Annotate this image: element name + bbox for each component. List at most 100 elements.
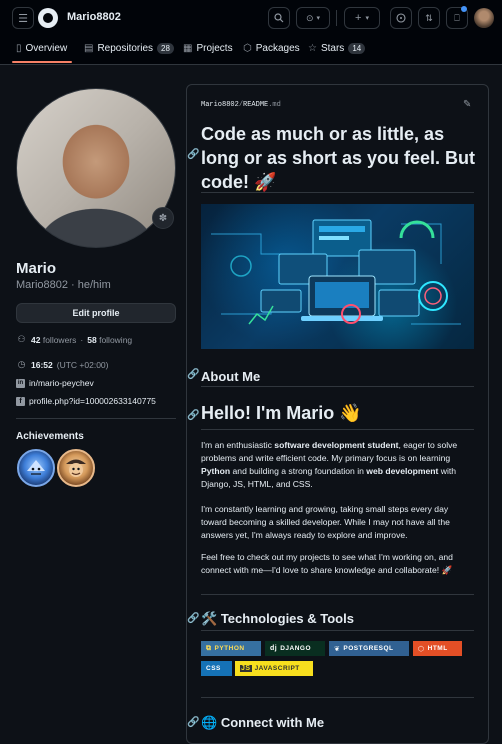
tech-heading: 🛠️ Technologies & Tools (201, 611, 354, 627)
achievement-badge-yolo[interactable] (57, 449, 95, 487)
tab-packages[interactable]: ⬡ Packages (243, 43, 300, 54)
shark-icon (27, 460, 45, 475)
badge-javascript-label: JAVASCRIPT (254, 665, 300, 672)
badge-postgresql: ❦ POSTGRESQL (329, 641, 409, 656)
globe-emoji: 🌐 (201, 715, 218, 730)
tech-heading-text: Technologies & Tools (220, 611, 354, 626)
copilot-button[interactable]: ⊙ ▾ (296, 7, 330, 29)
badge-python-label: PYTHON (214, 645, 245, 652)
followers-label: followers (42, 334, 77, 345)
tab-stars[interactable]: ☆ Stars 14 (308, 43, 366, 54)
star-icon: ☆ (308, 43, 317, 54)
link-anchor-icon[interactable]: 🔗 (187, 717, 199, 728)
login-separator: · (67, 279, 78, 291)
issues-button[interactable] (390, 7, 412, 29)
active-tab-indicator (12, 61, 72, 63)
p1-bold-role: software development student (274, 440, 399, 450)
section-rule (201, 697, 474, 698)
smiley-icon: ✽ (158, 212, 168, 224)
learning-paragraph: I'm constantly learning and growing, tak… (201, 504, 450, 540)
edit-profile-button[interactable]: Edit profile (16, 303, 176, 323)
copilot-icon: ⊙ (305, 12, 314, 23)
pull-requests-button[interactable]: ⇅ (418, 7, 440, 29)
stars-counter: 14 (348, 43, 366, 54)
link-anchor-icon[interactable]: 🔗 (187, 369, 199, 380)
connect-heading: 🌐 Connect with Me (201, 715, 324, 731)
edit-readme-pencil-icon[interactable]: ✎ (463, 99, 471, 110)
achievement-badge-pull-shark[interactable] (17, 449, 55, 487)
tab-repositories[interactable]: ▤ Repositories 28 (84, 43, 174, 54)
inbox-icon: ⎕ (454, 12, 460, 23)
heading-rule (201, 192, 474, 193)
package-icon: ⬡ (243, 43, 252, 54)
badge-html-label: HTML (427, 645, 448, 652)
intro-paragraph: I'm an enthusiastic software development… (201, 439, 471, 491)
hello-heading: Hello! I'm Mario 👋 (201, 403, 362, 424)
connect-heading-text: Connect with Me (220, 715, 325, 730)
p1-bold-webdev: web development (366, 466, 439, 476)
readme-file-link[interactable]: README (243, 101, 268, 109)
link-anchor-icon[interactable]: 🔗 (187, 149, 199, 160)
search-button[interactable] (268, 7, 290, 29)
tab-overview[interactable]: ▯ Overview (16, 43, 67, 54)
readme-path: Mario8802/README.md (201, 101, 281, 109)
git-pull-request-icon: ⇅ (425, 12, 433, 23)
tab-repositories-label: Repositories (97, 43, 154, 54)
pirate-icon (66, 459, 86, 477)
readme-title-text: Code as much or as little, as long or as… (201, 124, 476, 192)
context-owner-link[interactable]: Mario8802 (67, 11, 121, 23)
readme-title: Code as much or as little, as long or as… (201, 122, 476, 194)
badge-python: ⧉ PYTHON (201, 641, 261, 656)
chevron-down-icon: ▾ (316, 15, 321, 22)
local-time: ◷ 16:52 (UTC +02:00) (16, 359, 109, 370)
linkedin-link[interactable]: in/mario-peychev (29, 378, 94, 388)
tab-projects[interactable]: ▦ Projects (183, 43, 233, 54)
chevron-down-icon: ▾ (365, 15, 369, 22)
waving-hand-emoji: 👋 (339, 403, 362, 423)
python-icon: ⧉ (206, 644, 212, 652)
following-label: following (99, 334, 133, 345)
link-anchor-icon[interactable]: 🔗 (187, 613, 199, 624)
linkedin-link-row: in in/mario-peychev (16, 378, 94, 388)
profile-avatar[interactable] (16, 88, 176, 248)
following-count: 58 (87, 334, 97, 345)
profile-login-line: Mario8802 · he/him (16, 279, 111, 291)
followers-link[interactable]: 42 followers (31, 335, 76, 345)
profile-tab-nav: ▯ Overview ▤ Repositories 28 ▦ Projects … (0, 36, 502, 65)
menu-button[interactable]: ☰ (12, 7, 34, 29)
table-icon: ▦ (183, 43, 193, 54)
tab-projects-label: Projects (196, 43, 233, 54)
time-value: 16:52 (31, 359, 53, 370)
p1-text-a: I'm an enthusiastic (201, 440, 275, 450)
postgresql-icon: ❦ (334, 645, 341, 653)
follow-separator: · (80, 334, 84, 345)
user-avatar-button[interactable] (474, 8, 494, 28)
heading-rule (201, 429, 474, 430)
hello-heading-text: Hello! I'm Mario (201, 403, 335, 423)
facebook-link[interactable]: profile.php?id=100002633140775 (29, 396, 156, 406)
search-icon (274, 13, 284, 23)
p1-text-e: and building a strong foundation in (230, 466, 367, 476)
hammer-wrench-emoji: 🛠️ (201, 611, 218, 626)
tab-packages-label: Packages (255, 43, 300, 54)
heading-rule (201, 386, 474, 387)
badge-django-label: DJANGO (280, 645, 312, 652)
achievements-heading[interactable]: Achievements (16, 431, 84, 442)
notification-indicator (461, 6, 467, 12)
readme-owner-link[interactable]: Mario8802 (201, 101, 239, 109)
javascript-icon: JS (240, 665, 252, 672)
repositories-counter: 28 (157, 43, 174, 54)
profile-readme-card: Mario8802/README.md ✎ 🔗 Code as much or … (186, 84, 489, 744)
following-link[interactable]: 58 following (87, 335, 132, 345)
badge-django: dj DJANGO (265, 641, 325, 656)
link-anchor-icon[interactable]: 🔗 (187, 410, 199, 421)
github-logo-icon[interactable] (38, 8, 58, 28)
facebook-link-row: f profile.php?id=100002633140775 (16, 396, 156, 406)
set-status-button[interactable]: ✽ (152, 207, 174, 229)
profile-name: Mario (16, 260, 57, 277)
follow-stats: ⚇ 42 followers · 58 following (16, 334, 132, 345)
html5-icon: ⬡ (418, 645, 425, 653)
profile-login: Mario8802 (16, 279, 68, 291)
rocket-emoji: 🚀 (254, 172, 277, 192)
create-new-button[interactable]: + ▾ (344, 7, 380, 29)
